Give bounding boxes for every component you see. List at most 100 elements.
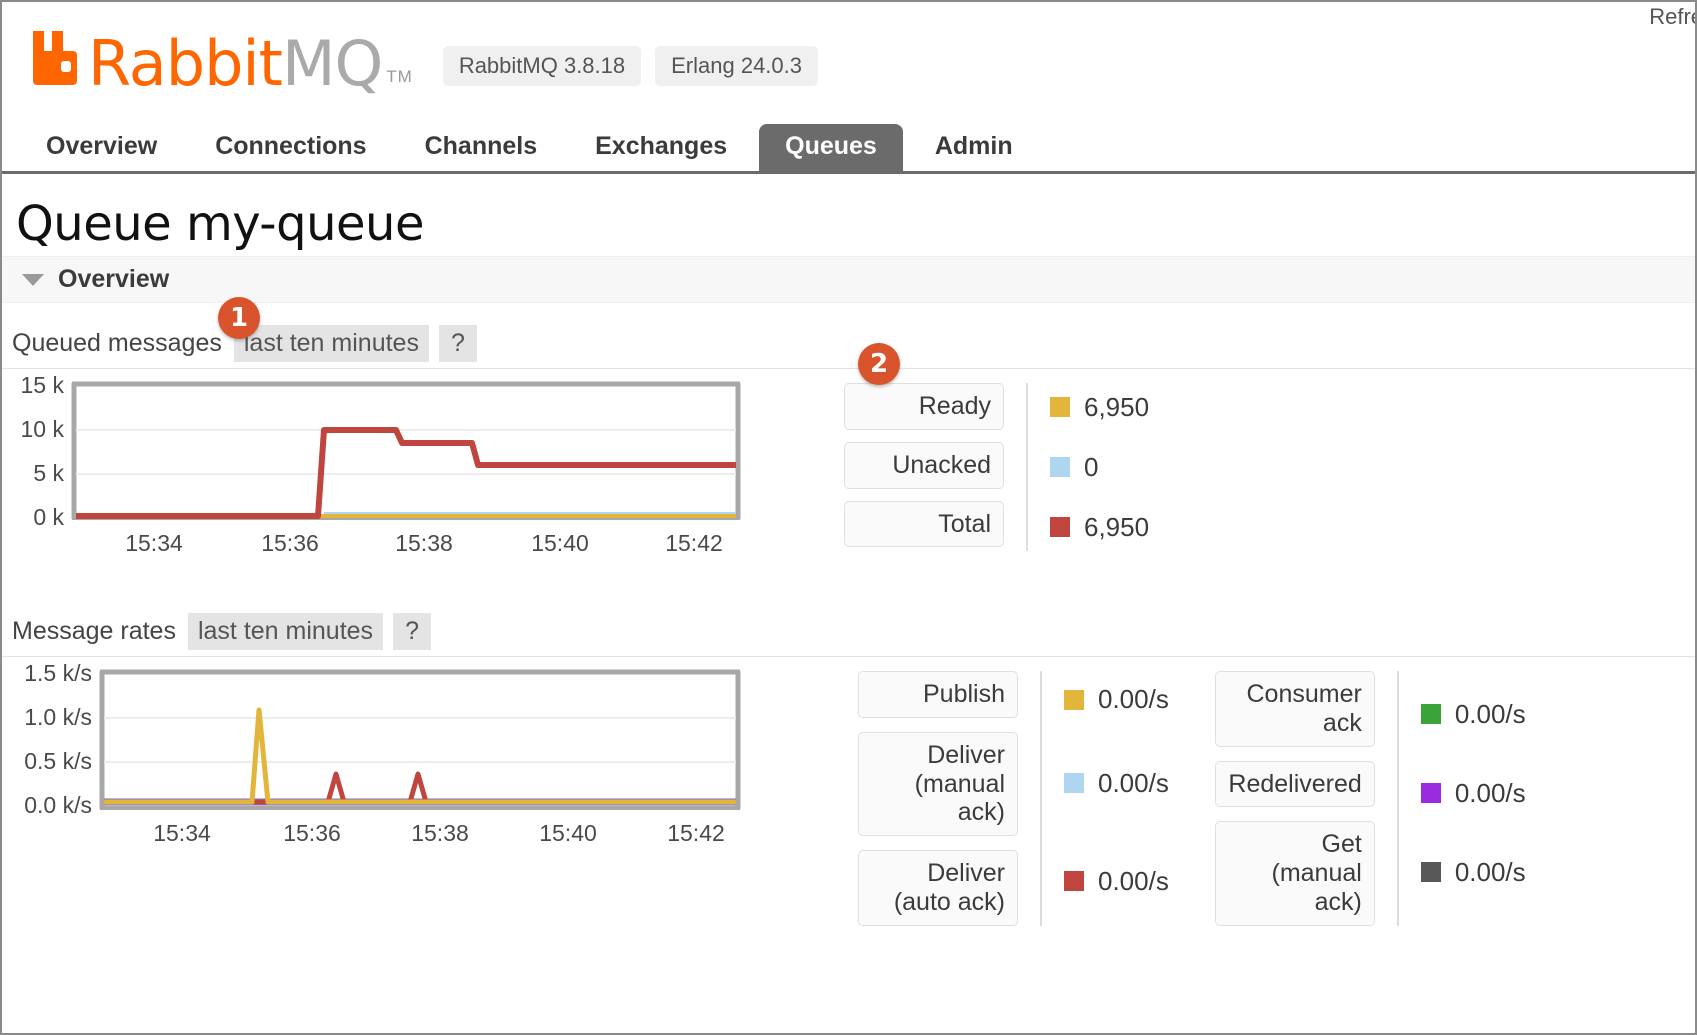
message-rates-legend-right-buttons: Consumer ack Redelivered Get (manual ack… [1214,671,1375,926]
tab-exchanges[interactable]: Exchanges [569,124,753,171]
tab-overview[interactable]: Overview [20,124,183,171]
tab-channels[interactable]: Channels [399,124,564,171]
legend-value-publish: 0.00/s [1098,684,1169,714]
legend-row-deliver-auto-ack: 0.00/s [1064,838,1169,924]
logo-trademark: TM [386,67,413,86]
legend-divider-right [1396,671,1399,926]
chevron-down-icon[interactable] [22,273,44,286]
refresh-status-text[interactable]: Refre [1649,4,1695,30]
swatch-deliver-auto-ack-icon [1064,871,1084,891]
legend-value-unacked: 0 [1084,451,1099,482]
xtick-4: 15:40 [531,530,589,556]
ytick-15k: 15 k [21,372,65,398]
message-rates-legend-left: Publish Deliver (manual ack) Deliver (au… [802,657,1169,926]
version-pills: RabbitMQ 3.8.18 Erlang 24.0.3 [442,46,818,86]
legend-row-get-manual-ack: 0.00/s [1420,829,1526,915]
queued-messages-chart[interactable]: 15 k 10 k 5 k 0 k 15:34 15:36 15:38 15:4… [12,369,802,569]
queued-messages-legend-values: 6,950 0 6,950 [1050,383,1149,551]
annotation-badge-2: 2 [858,343,900,385]
swatch-publish-icon [1064,689,1084,710]
legend-divider [1026,383,1028,551]
ytick-10k: 10 k [21,416,65,442]
overview-section-label: Overview [58,265,170,293]
message-rates-legend-left-values: 0.00/s 0.00/s 0.00/s [1064,671,1169,924]
logo-text-rabbit: Rabbit [88,27,283,100]
overview-section-header[interactable]: Overview [2,256,1695,303]
xtick-5: 15:42 [665,530,723,556]
tab-queues[interactable]: Queues [759,124,903,171]
ytick-1.0ks: 1.0 k/s [24,704,92,730]
legend-value-total: 6,950 [1084,511,1150,542]
message-rates-label: Message rates [12,617,176,645]
legend-button-deliver-manual-ack[interactable]: Deliver (manual ack) [858,731,1018,836]
message-rates-legend-right-values: 0.00/s 0.00/s 0.00/s [1420,671,1526,915]
queued-messages-plot-wrap: 15 k 10 k 5 k 0 k 15:34 15:36 15:38 15:4… [2,369,802,569]
queued-messages-period-chip[interactable]: last ten minutes [233,325,429,362]
legend-button-publish[interactable]: Publish [858,671,1018,718]
legend-value-redelivered: 0.00/s [1454,777,1526,808]
message-rates-plot-wrap: 1.5 k/s 1.0 k/s 0.5 k/s 0.0 k/s 15:34 15… [2,657,802,857]
queued-messages-header: Queued messages last ten minutes ? 1 [2,297,1695,368]
message-rates-block: Message rates last ten minutes ? 1.5 k/s… [2,591,1695,926]
swatch-redelivered-icon [1420,783,1441,803]
legend-value-get-manual-ack: 0.00/s [1454,856,1526,887]
xtick-2: 15:36 [261,530,319,556]
queued-messages-legend-buttons: Ready Unacked Total [844,383,1004,548]
swatch-total-icon [1050,517,1070,537]
app-header: Rabbit MQ TM RabbitMQ 3.8.18 Erlang 24.0.… [2,2,1695,112]
ytick-0k: 0 k [33,504,64,530]
message-rates-header: Message rates last ten minutes ? [2,591,1695,656]
queued-messages-legend: 2 Ready Unacked Total 6,950 0 6,950 [802,343,1149,551]
legend-value-ready: 6,950 [1084,391,1150,422]
legend-row-total: 6,950 [1050,503,1149,551]
swatch-deliver-manual-ack-icon [1064,773,1084,793]
swatch-unacked-icon [1050,457,1070,477]
legend-button-ready[interactable]: Ready [844,383,1004,430]
swatch-consumer-ack-icon [1420,704,1441,724]
rabbitmq-logo-icon [33,31,77,85]
message-rates-legend-right: Consumer ack Redelivered Get (manual ack… [1169,657,1526,926]
legend-button-get-manual-ack[interactable]: Get (manual ack) [1214,821,1375,926]
message-rates-legend-left-buttons: Publish Deliver (manual ack) Deliver (au… [858,671,1018,926]
tab-connections[interactable]: Connections [189,124,392,171]
legend-button-deliver-auto-ack[interactable]: Deliver (auto ack) [858,850,1018,926]
tab-admin[interactable]: Admin [909,124,1039,171]
legend-row-consumer-ack: 0.00/s [1420,671,1526,757]
rabbitmq-version-badge: RabbitMQ 3.8.18 [442,46,642,86]
swatch-get-manual-ack-icon [1420,862,1441,882]
legend-value-deliver-auto-ack: 0.00/s [1098,865,1169,896]
annotation-badge-1: 1 [218,297,260,339]
xtick-4: 15:40 [539,820,597,846]
ytick-5k: 5 k [33,460,64,486]
xtick-5: 15:42 [667,820,725,846]
queued-messages-label: Queued messages [12,329,222,357]
legend-value-consumer-ack: 0.00/s [1454,698,1526,729]
xtick-1: 15:34 [125,530,183,556]
message-rates-chart-area: 1.5 k/s 1.0 k/s 0.5 k/s 0.0 k/s 15:34 15… [2,657,1695,926]
legend-row-unacked: 0 [1050,443,1149,491]
legend-divider-left [1040,671,1042,926]
legend-row-publish: 0.00/s [1064,671,1169,728]
ytick-1.5ks: 1.5 k/s [24,660,92,686]
legend-row-deliver-manual-ack: 0.00/s [1064,728,1169,838]
main-nav-tabs: Overview Connections Channels Exchanges … [2,112,1695,174]
xtick-3: 15:38 [411,820,469,846]
legend-button-total[interactable]: Total [844,500,1004,548]
page-title-queue-name: my-queue [185,196,425,252]
xtick-2: 15:36 [283,820,341,846]
legend-button-consumer-ack[interactable]: Consumer ack [1214,671,1375,747]
queued-messages-help-icon[interactable]: ? [438,325,477,362]
legend-button-redelivered[interactable]: Redelivered [1214,760,1375,808]
legend-row-ready: 6,950 [1050,383,1149,431]
legend-row-redelivered: 0.00/s [1420,757,1526,829]
page-title: Queue my-queue [2,174,1695,256]
message-rates-help-icon[interactable]: ? [393,613,431,650]
message-rates-chart[interactable]: 1.5 k/s 1.0 k/s 0.5 k/s 0.0 k/s 15:34 15… [12,657,802,857]
legend-value-deliver-manual-ack: 0.00/s [1098,767,1169,798]
page-title-prefix: Queue [16,196,172,252]
legend-button-unacked[interactable]: Unacked [844,441,1004,489]
erlang-version-badge: Erlang 24.0.3 [655,46,818,86]
message-rates-period-chip[interactable]: last ten minutes [187,613,384,650]
rabbitmq-logo[interactable]: Rabbit MQ TM [30,29,413,95]
ytick-0.0ks: 0.0 k/s [24,792,92,818]
